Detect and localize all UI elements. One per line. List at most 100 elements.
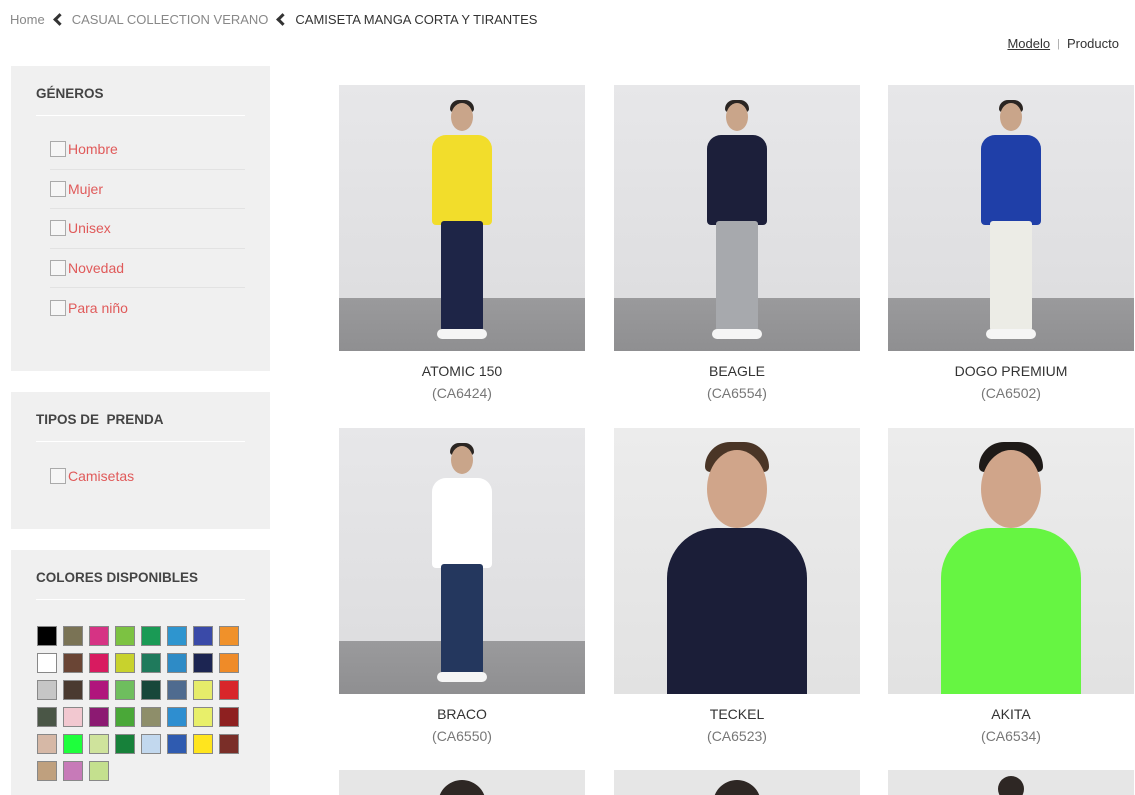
color-swatch[interactable] bbox=[115, 707, 135, 727]
color-swatch[interactable] bbox=[37, 680, 57, 700]
filter-panel-tipos: TIPOS DE PRENDA Camisetas bbox=[11, 392, 270, 529]
filter-panel-colores: COLORES DISPONIBLES bbox=[11, 550, 270, 795]
breadcrumb-home-link[interactable]: Home bbox=[10, 12, 45, 27]
color-swatch[interactable] bbox=[193, 653, 213, 673]
breadcrumb: Home CASUAL COLLECTION VERANO CAMISETA M… bbox=[10, 12, 537, 27]
product-name[interactable]: TECKEL bbox=[614, 706, 860, 722]
product-card[interactable]: ATOMIC 150 (CA6424) bbox=[339, 85, 585, 401]
color-swatch[interactable] bbox=[37, 653, 57, 673]
product-card[interactable]: DOGO PREMIUM (CA6502) bbox=[888, 85, 1134, 401]
filter-label[interactable]: Para niño bbox=[68, 300, 128, 316]
product-image[interactable] bbox=[888, 428, 1134, 694]
color-swatch[interactable] bbox=[167, 653, 187, 673]
product-ref: (CA6424) bbox=[432, 385, 492, 401]
product-image[interactable] bbox=[339, 428, 585, 694]
filter-item-para-nino[interactable]: Para niño bbox=[50, 288, 245, 328]
product-card[interactable]: TECKEL (CA6523) bbox=[614, 428, 860, 744]
view-divider: | bbox=[1057, 37, 1060, 50]
color-swatch[interactable] bbox=[219, 707, 239, 727]
filter-item-hombre[interactable]: Hombre bbox=[50, 130, 245, 170]
checkbox[interactable] bbox=[50, 259, 66, 276]
color-swatch[interactable] bbox=[89, 761, 109, 781]
breadcrumb-category-link[interactable]: CASUAL COLLECTION VERANO bbox=[72, 12, 269, 27]
product-image[interactable] bbox=[339, 85, 585, 351]
chevron-left-icon bbox=[276, 13, 290, 26]
filter-title-colores: COLORES DISPONIBLES bbox=[36, 570, 245, 600]
view-producto-link[interactable]: Producto bbox=[1067, 36, 1119, 51]
color-swatch[interactable] bbox=[63, 680, 83, 700]
color-swatch[interactable] bbox=[89, 734, 109, 754]
filter-label[interactable]: Unisex bbox=[68, 220, 111, 236]
color-swatch[interactable] bbox=[89, 626, 109, 646]
product-name[interactable]: BRACO bbox=[339, 706, 585, 722]
color-swatch[interactable] bbox=[141, 626, 161, 646]
checkbox[interactable] bbox=[50, 180, 66, 197]
filter-title-generos: GÉNEROS bbox=[36, 86, 245, 116]
color-swatch[interactable] bbox=[219, 680, 239, 700]
color-swatch-grid bbox=[37, 626, 270, 781]
color-swatch[interactable] bbox=[63, 707, 83, 727]
filter-label[interactable]: Hombre bbox=[68, 141, 118, 157]
color-swatch[interactable] bbox=[167, 680, 187, 700]
filter-item-camisetas[interactable]: Camisetas bbox=[50, 456, 245, 496]
filter-label[interactable]: Mujer bbox=[68, 181, 103, 197]
color-swatch[interactable] bbox=[141, 680, 161, 700]
filter-label[interactable]: Novedad bbox=[68, 260, 124, 276]
color-swatch[interactable] bbox=[37, 626, 57, 646]
breadcrumb-current: CAMISETA MANGA CORTA Y TIRANTES bbox=[295, 12, 538, 27]
product-name[interactable]: ATOMIC 150 bbox=[339, 363, 585, 379]
color-swatch[interactable] bbox=[63, 761, 83, 781]
product-image-partial[interactable] bbox=[614, 770, 860, 795]
product-name[interactable]: BEAGLE bbox=[614, 363, 860, 379]
view-modelo-link[interactable]: Modelo bbox=[1007, 36, 1050, 51]
product-image[interactable] bbox=[614, 428, 860, 694]
product-image[interactable] bbox=[614, 85, 860, 351]
color-swatch[interactable] bbox=[115, 680, 135, 700]
color-swatch[interactable] bbox=[37, 761, 57, 781]
checkbox[interactable] bbox=[50, 220, 66, 237]
product-ref: (CA6554) bbox=[707, 385, 767, 401]
checkbox[interactable] bbox=[50, 299, 66, 316]
filter-item-mujer[interactable]: Mujer bbox=[50, 170, 245, 209]
color-swatch[interactable] bbox=[37, 707, 57, 727]
product-name[interactable]: DOGO PREMIUM bbox=[888, 363, 1134, 379]
color-swatch[interactable] bbox=[167, 707, 187, 727]
product-name[interactable]: AKITA bbox=[888, 706, 1134, 722]
product-image[interactable] bbox=[888, 85, 1134, 351]
color-swatch[interactable] bbox=[89, 707, 109, 727]
color-swatch[interactable] bbox=[193, 707, 213, 727]
filter-item-novedad[interactable]: Novedad bbox=[50, 249, 245, 288]
filter-list-tipos: Camisetas bbox=[50, 456, 245, 496]
color-swatch[interactable] bbox=[115, 653, 135, 673]
product-ref: (CA6534) bbox=[981, 728, 1041, 744]
color-swatch[interactable] bbox=[63, 653, 83, 673]
color-swatch[interactable] bbox=[89, 680, 109, 700]
color-swatch[interactable] bbox=[115, 734, 135, 754]
product-image-partial[interactable] bbox=[339, 770, 585, 795]
color-swatch[interactable] bbox=[193, 626, 213, 646]
color-swatch[interactable] bbox=[141, 707, 161, 727]
product-card[interactable]: BRACO (CA6550) bbox=[339, 428, 585, 744]
color-swatch[interactable] bbox=[37, 734, 57, 754]
filter-title-tipos: TIPOS DE PRENDA bbox=[36, 412, 245, 442]
color-swatch[interactable] bbox=[167, 626, 187, 646]
color-swatch[interactable] bbox=[193, 680, 213, 700]
checkbox[interactable] bbox=[50, 141, 66, 158]
color-swatch[interactable] bbox=[89, 653, 109, 673]
filter-label[interactable]: Camisetas bbox=[68, 468, 134, 484]
product-card[interactable]: BEAGLE (CA6554) bbox=[614, 85, 860, 401]
color-swatch[interactable] bbox=[219, 626, 239, 646]
color-swatch[interactable] bbox=[167, 734, 187, 754]
color-swatch[interactable] bbox=[219, 734, 239, 754]
color-swatch[interactable] bbox=[193, 734, 213, 754]
filter-item-unisex[interactable]: Unisex bbox=[50, 209, 245, 249]
color-swatch[interactable] bbox=[141, 734, 161, 754]
checkbox[interactable] bbox=[50, 467, 66, 484]
color-swatch[interactable] bbox=[115, 626, 135, 646]
color-swatch[interactable] bbox=[63, 626, 83, 646]
color-swatch[interactable] bbox=[219, 653, 239, 673]
product-image-partial[interactable] bbox=[888, 770, 1134, 795]
color-swatch[interactable] bbox=[63, 734, 83, 754]
product-card[interactable]: AKITA (CA6534) bbox=[888, 428, 1134, 744]
color-swatch[interactable] bbox=[141, 653, 161, 673]
